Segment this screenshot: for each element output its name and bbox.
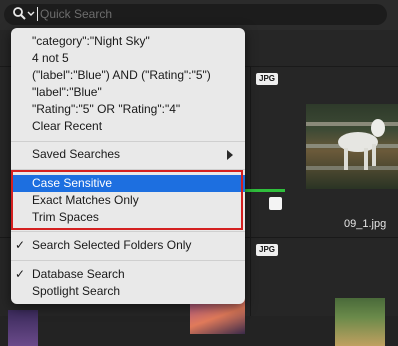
- search-input[interactable]: [40, 5, 370, 23]
- checkmark-icon: ✓: [15, 238, 26, 252]
- menu-item-label: "category":"Night Sky": [32, 34, 150, 48]
- case-sensitive-item[interactable]: Case Sensitive: [11, 175, 245, 192]
- menu-item-label: Search Selected Folders Only: [32, 238, 192, 252]
- menu-divider: [11, 231, 245, 232]
- file-type-badge: JPG: [256, 73, 279, 85]
- trim-spaces-item[interactable]: Trim Spaces: [11, 209, 245, 226]
- search-selected-folders-only-item[interactable]: ✓ Search Selected Folders Only: [11, 237, 245, 254]
- search-icon: [13, 7, 35, 20]
- menu-item-label: Saved Searches: [32, 147, 121, 161]
- menu-item-label: Database Search: [32, 267, 125, 281]
- recent-search-item[interactable]: "Rating":"5" OR "Rating":"4": [11, 101, 245, 118]
- menu-item-label: ("label":"Blue") AND ("Rating":"5"): [32, 68, 211, 82]
- text-cursor: [37, 7, 38, 21]
- spotlight-search-item[interactable]: Spotlight Search: [11, 283, 245, 300]
- file-name: 09_1.jpg: [344, 218, 387, 230]
- menu-item-label: Spotlight Search: [32, 284, 121, 298]
- thumbnail-image[interactable]: [335, 298, 385, 346]
- saved-searches-item[interactable]: Saved Searches: [11, 146, 245, 163]
- search-bar: [0, 0, 398, 30]
- menu-item-label: Clear Recent: [32, 119, 103, 133]
- thumbnail-image[interactable]: [306, 104, 398, 189]
- recent-search-item[interactable]: ("label":"Blue") AND ("Rating":"5"): [11, 67, 245, 84]
- thumbnail-image[interactable]: [8, 310, 38, 346]
- menu-item-label: 4 not 5: [32, 51, 69, 65]
- menu-item-label: Case Sensitive: [32, 176, 113, 190]
- menu-item-label: Exact Matches Only: [32, 193, 139, 207]
- select-checkbox[interactable]: [269, 197, 282, 210]
- search-options-menu: "category":"Night Sky" 4 not 5 ("label":…: [11, 28, 245, 304]
- search-options-button[interactable]: [12, 6, 36, 22]
- exact-matches-only-item[interactable]: Exact Matches Only: [11, 192, 245, 209]
- submenu-arrow-icon: [227, 150, 233, 160]
- menu-divider: [11, 141, 245, 142]
- goat-photo: [306, 119, 398, 170]
- menu-divider: [11, 260, 245, 261]
- checkmark-icon: ✓: [15, 267, 26, 281]
- menu-item-label: "Rating":"5" OR "Rating":"4": [32, 102, 181, 116]
- database-search-item[interactable]: ✓ Database Search: [11, 266, 245, 283]
- chevron-down-icon: [27, 11, 35, 16]
- recent-search-item[interactable]: 4 not 5: [11, 50, 245, 67]
- recent-search-item[interactable]: "category":"Night Sky": [11, 33, 245, 50]
- file-type-badge: JPG: [256, 244, 279, 256]
- clear-recent-item[interactable]: Clear Recent: [11, 118, 245, 135]
- menu-divider: [11, 169, 245, 170]
- recent-search-item[interactable]: "label":"Blue": [11, 84, 245, 101]
- menu-item-label: "label":"Blue": [32, 85, 102, 99]
- menu-item-label: Trim Spaces: [32, 210, 99, 224]
- label-color-bar: [245, 189, 285, 192]
